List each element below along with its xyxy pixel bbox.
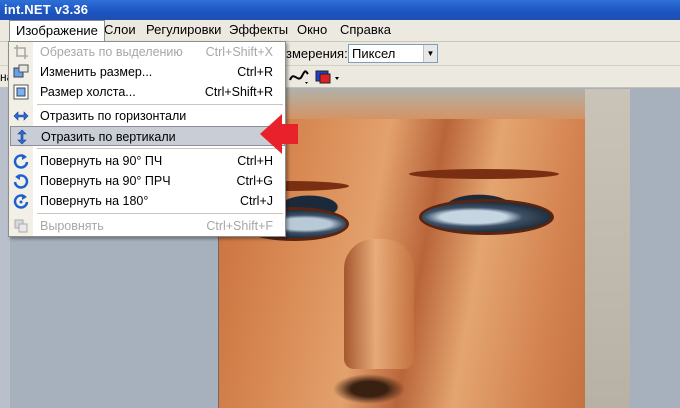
menu-item-rotate-90-ccw[interactable]: Повернуть на 90° ПРЧ Ctrl+G — [10, 171, 285, 191]
menu-item-canvas-size[interactable]: Размер холста... Ctrl+Shift+R — [10, 82, 285, 102]
menu-item-shortcut: Ctrl+R — [237, 65, 273, 79]
annotation-arrow-icon — [260, 114, 298, 154]
menu-adjustments[interactable]: Регулировки — [140, 20, 227, 41]
rotate-cw-icon — [13, 154, 29, 169]
menu-item-flatten[interactable]: Выровнять Ctrl+Shift+F — [10, 216, 285, 236]
menu-item-label: Отразить по горизонтали — [40, 109, 187, 123]
carved-brow-right — [409, 169, 559, 179]
carved-nose — [344, 239, 414, 369]
flip-horizontal-icon — [13, 111, 29, 121]
menu-item-shortcut: Ctrl+J — [240, 194, 273, 208]
menu-item-label: Отразить по вертикали — [41, 130, 176, 144]
menu-effects[interactable]: Эффекты — [223, 20, 294, 41]
crop-icon — [14, 45, 28, 59]
flatten-icon — [14, 219, 28, 233]
menu-separator — [37, 213, 283, 214]
rotate-ccw-icon — [13, 174, 29, 189]
menu-item-crop-to-selection[interactable]: Обрезать по выделению Ctrl+Shift+X — [10, 42, 285, 62]
photo-background — [585, 89, 630, 408]
menu-item-rotate-90-cw[interactable]: Повернуть на 90° ПЧ Ctrl+H — [10, 151, 285, 171]
window-title-bar: int.NET v3.36 — [0, 0, 680, 20]
units-label: змерения: — [286, 46, 348, 61]
image-menu-dropdown: Обрезать по выделению Ctrl+Shift+X Измен… — [8, 41, 286, 237]
flip-vertical-icon — [17, 129, 27, 145]
menu-item-label: Повернуть на 90° ПЧ — [40, 154, 163, 168]
carved-eye-right — [419, 199, 554, 235]
menu-item-shortcut: Ctrl+H — [237, 154, 273, 168]
blend-mode-icon[interactable] — [314, 68, 342, 86]
resize-icon — [13, 64, 29, 78]
menu-window[interactable]: Окно — [291, 20, 333, 41]
menu-item-shortcut: Ctrl+G — [236, 174, 273, 188]
menu-help[interactable]: Справка — [334, 20, 397, 41]
chevron-down-icon[interactable]: ▼ — [423, 45, 437, 62]
menu-bar: Изображение Слои Регулировки Эффекты Окн… — [0, 20, 680, 42]
menu-separator — [37, 104, 283, 105]
menu-item-label: Размер холста... — [40, 85, 136, 99]
menu-item-flip-vertical[interactable]: Отразить по вертикали — [10, 126, 285, 146]
menu-item-shortcut: Ctrl+Shift+X — [205, 45, 273, 59]
menu-item-label: Изменить размер... — [40, 65, 153, 79]
menu-separator — [37, 148, 283, 149]
menu-item-label: Выровнять — [40, 219, 104, 233]
menu-image[interactable]: Изображение — [9, 20, 105, 41]
units-select-value: Пиксел — [352, 46, 396, 61]
menu-item-label: Обрезать по выделению — [40, 45, 183, 59]
units-select[interactable]: Пиксел ▼ — [348, 44, 438, 63]
menu-item-label: Повернуть на 180° — [40, 194, 149, 208]
menu-item-rotate-180[interactable]: Повернуть на 180° Ctrl+J — [10, 191, 285, 211]
rotate-180-icon — [13, 194, 29, 209]
menu-item-flip-horizontal[interactable]: Отразить по горизонтали — [10, 106, 285, 126]
canvas-size-icon — [13, 84, 29, 100]
menu-item-label: Повернуть на 90° ПРЧ — [40, 174, 171, 188]
menu-item-resize[interactable]: Изменить размер... Ctrl+R — [10, 62, 285, 82]
window-title: int.NET v3.36 — [4, 2, 89, 17]
curve-icon[interactable] — [288, 68, 310, 86]
menu-item-shortcut: Ctrl+Shift+F — [206, 219, 273, 233]
menu-item-shortcut: Ctrl+Shift+R — [204, 85, 273, 99]
